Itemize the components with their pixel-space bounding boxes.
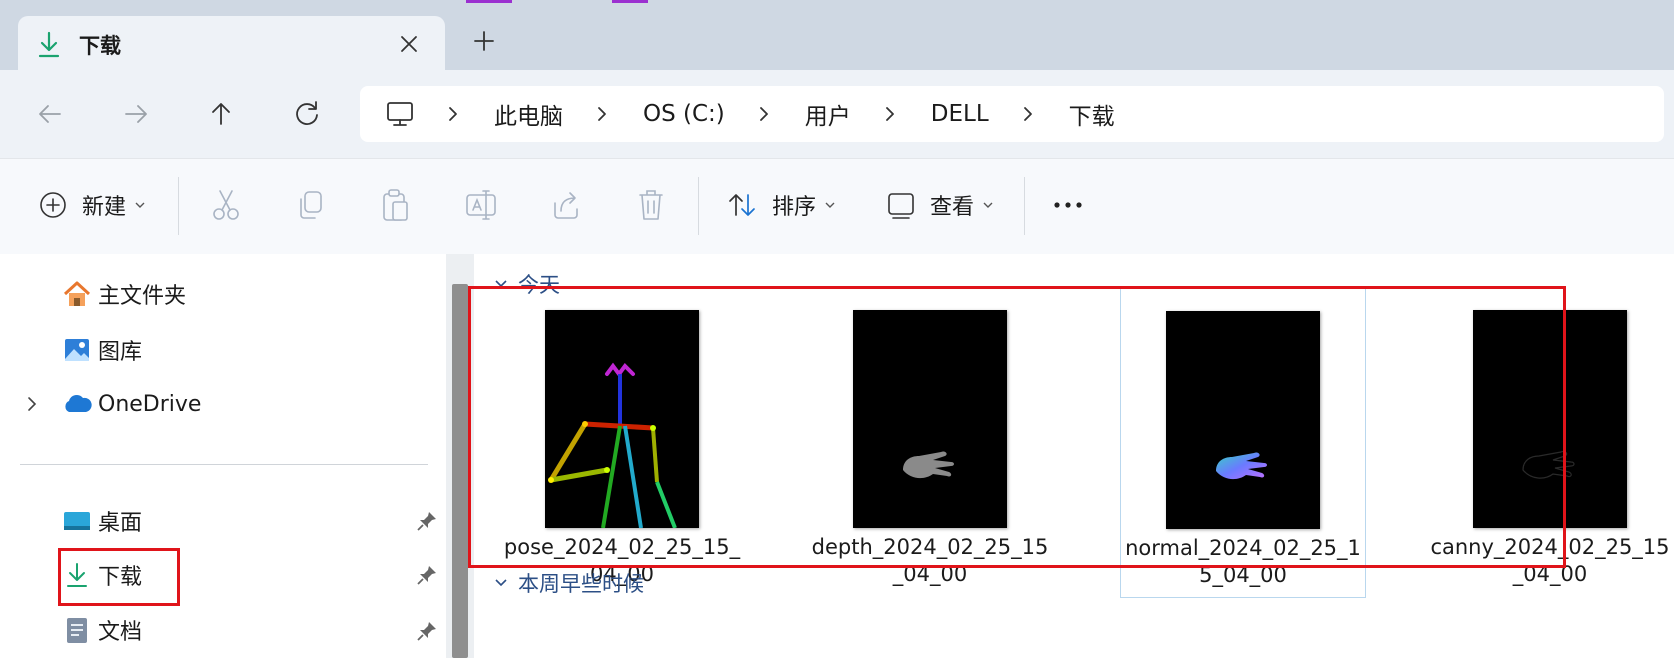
sidebar-item-label: 主文件夹 <box>98 284 187 309</box>
delete-icon[interactable] <box>636 187 666 223</box>
navigation-pane: 主文件夹 图库 OneDrive 桌面 下载 文档 <box>0 254 446 658</box>
home-icon <box>63 281 91 306</box>
pin-icon[interactable] <box>416 620 438 642</box>
group-header-earlier-this-week[interactable]: 本周早些时候 <box>494 568 644 598</box>
refresh-icon[interactable] <box>289 96 325 132</box>
top-accent-line <box>466 0 512 3</box>
more-options-icon[interactable] <box>1052 193 1084 217</box>
breadcrumb-os-c[interactable]: OS (C:) <box>643 101 725 127</box>
pin-icon[interactable] <box>416 564 438 586</box>
download-icon <box>38 31 60 58</box>
sidebar-item-onedrive[interactable]: OneDrive <box>62 384 201 424</box>
new-button[interactable]: 新建 <box>38 181 146 229</box>
chevron-down-icon <box>983 202 993 208</box>
chevron-right-icon[interactable] <box>446 105 460 123</box>
view-button-label: 查看 <box>930 195 975 220</box>
close-tab-icon[interactable] <box>393 28 425 60</box>
tab-strip: 下载 <box>0 0 1674 72</box>
forward-arrow-icon[interactable] <box>118 96 154 132</box>
breadcrumb-downloads[interactable]: 下载 <box>1069 97 1115 131</box>
sidebar-item-gallery[interactable]: 图库 <box>62 330 142 370</box>
sort-arrows-icon <box>729 194 755 216</box>
new-tab-plus-icon[interactable] <box>468 25 500 57</box>
file-list: 今天 pose_2024_02_25_15_04_00 depth_2024_0… <box>468 254 1674 658</box>
pin-icon[interactable] <box>416 510 438 532</box>
breadcrumb: 此电脑 OS (C:) 用户 DELL 下载 <box>446 86 1147 142</box>
tab-downloads[interactable]: 下载 <box>18 16 445 72</box>
breadcrumb-dell[interactable]: DELL <box>931 101 989 127</box>
breadcrumb-this-pc[interactable]: 此电脑 <box>494 97 563 131</box>
view-button[interactable]: 查看 <box>886 181 994 229</box>
address-bar[interactable]: 此电脑 OS (C:) 用户 DELL 下载 <box>360 86 1664 142</box>
toolbar-divider <box>698 177 699 235</box>
back-arrow-icon[interactable] <box>32 96 68 132</box>
new-button-label: 新建 <box>82 195 127 220</box>
chevron-right-icon[interactable] <box>883 105 897 123</box>
cut-icon[interactable] <box>210 187 242 223</box>
sidebar-item-label: 文档 <box>98 620 143 645</box>
gallery-icon <box>65 339 89 361</box>
sort-button[interactable]: 排序 <box>726 181 836 229</box>
sidebar-item-documents[interactable]: 文档 <box>62 610 142 650</box>
chevron-right-icon[interactable] <box>1021 105 1035 123</box>
copy-icon[interactable] <box>294 187 326 223</box>
onedrive-cloud-icon <box>65 394 92 412</box>
chevron-right-icon[interactable] <box>24 394 40 414</box>
up-arrow-icon[interactable] <box>203 96 239 132</box>
chevron-down-icon <box>495 579 507 587</box>
sidebar-item-label: OneDrive <box>98 391 202 417</box>
navigation-bar: 此电脑 OS (C:) 用户 DELL 下载 <box>0 70 1674 158</box>
scrollbar-thumb[interactable] <box>452 284 468 658</box>
group-header-label: 本周早些时候 <box>518 572 644 596</box>
sidebar-item-home[interactable]: 主文件夹 <box>62 274 186 314</box>
breadcrumb-users[interactable]: 用户 <box>805 97 851 131</box>
plus-circle-icon <box>40 192 66 218</box>
highlight-box <box>58 548 180 606</box>
tab-title: 下载 <box>79 34 121 58</box>
chevron-right-icon[interactable] <box>757 105 771 123</box>
rename-icon[interactable] <box>464 187 498 223</box>
chevron-down-icon <box>135 202 145 208</box>
desktop-icon <box>64 512 90 530</box>
toolbar-divider <box>1024 177 1025 235</box>
chevron-right-icon[interactable] <box>595 105 609 123</box>
paste-icon[interactable] <box>379 187 411 223</box>
toolbar-divider <box>178 177 179 235</box>
sort-button-label: 排序 <box>772 195 817 220</box>
top-accent-line <box>612 0 648 3</box>
sidebar-item-label: 桌面 <box>98 511 143 536</box>
document-icon <box>67 618 87 643</box>
highlight-box <box>468 286 1566 568</box>
sidebar-item-desktop[interactable]: 桌面 <box>62 501 142 541</box>
sidebar-item-label: 图库 <box>98 340 143 365</box>
view-layout-icon <box>888 193 914 219</box>
chevron-down-icon <box>825 202 835 208</box>
share-icon[interactable] <box>550 187 582 223</box>
command-bar: 新建 排序 查看 <box>0 158 1674 256</box>
sidebar-divider <box>20 464 428 465</box>
computer-icon <box>387 102 413 126</box>
